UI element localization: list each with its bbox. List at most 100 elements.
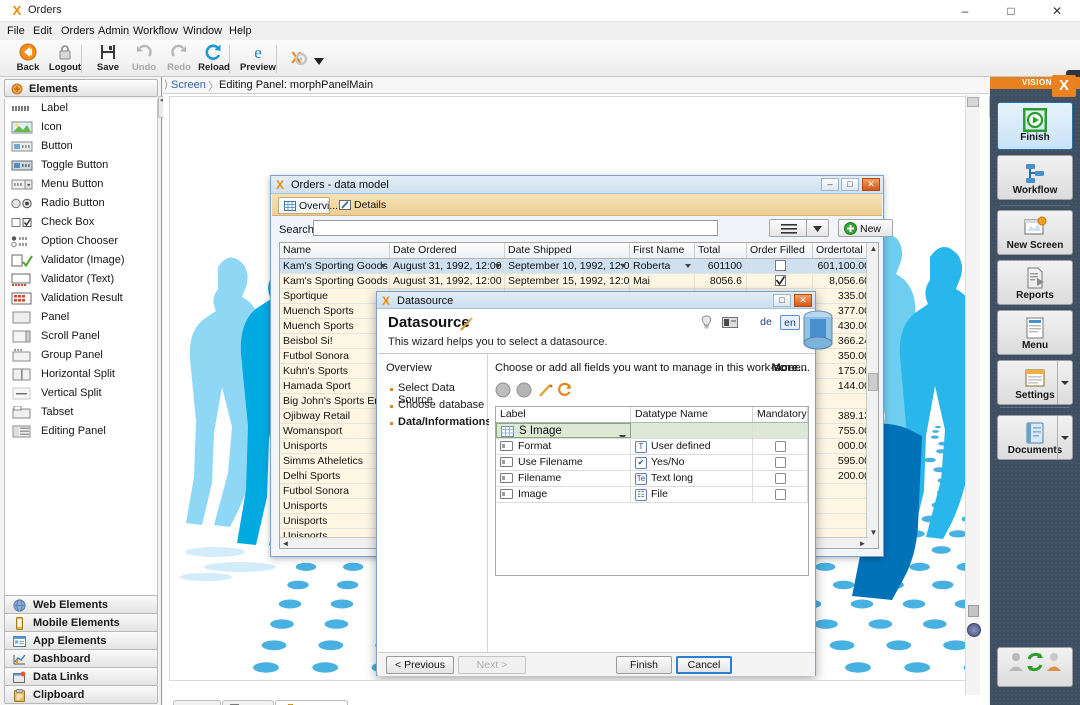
grid-cell-ordered[interactable]: August 31, 1992, 12:00 AM <box>390 274 505 288</box>
element-item-option-chooser[interactable]: Option Chooser <box>5 232 157 251</box>
grid-scroll-up-icon[interactable]: ▲ <box>869 244 878 253</box>
menu-item-orders[interactable]: Orders <box>58 24 98 38</box>
chevron-down-icon[interactable] <box>314 56 324 64</box>
more-link[interactable]: More... <box>772 362 807 374</box>
menu-item-edit[interactable]: Edit <box>30 24 55 38</box>
element-item-validation-result[interactable]: Validation Result <box>5 289 157 308</box>
order-filled-checkbox[interactable] <box>775 260 786 271</box>
grid-cell-name[interactable]: Kuhn's Sports <box>280 364 390 378</box>
datasource-cancel-button[interactable]: Cancel <box>676 656 732 674</box>
element-item-button[interactable]: Button <box>5 137 157 156</box>
orders-close-button[interactable]: ✕ <box>862 178 880 191</box>
grid-cell-name[interactable]: Muench Sports <box>280 319 390 333</box>
datasource-dialog[interactable]: X Datasource □ ✕ Datasource This wizard … <box>376 291 816 676</box>
grid-scroll-down-icon[interactable]: ▼ <box>869 528 878 537</box>
datasource-previous-button[interactable]: < Previous <box>386 656 454 674</box>
grid-scroll-right-icon[interactable]: ► <box>858 539 867 548</box>
grid-cell-name[interactable]: Big John's Sports Emporium <box>280 394 390 408</box>
element-item-tabset[interactable]: Tabset <box>5 403 157 422</box>
overview-step-choose-database[interactable]: Choose database <box>398 399 484 411</box>
fields-header-mandatory[interactable]: Mandatory <box>753 407 808 422</box>
grid-cell-first[interactable]: Roberta <box>630 259 695 273</box>
element-item-group-panel[interactable]: Group Panel <box>5 346 157 365</box>
grid-cell-name[interactable]: Hamada Sport <box>280 379 390 393</box>
grid-cell-ordertotal[interactable] <box>813 514 868 528</box>
grid-cell-name[interactable]: Futbol Sonora <box>280 484 390 498</box>
maximize-button[interactable]: □ <box>988 0 1034 22</box>
datasource-maximize-button[interactable]: □ <box>773 294 791 307</box>
grid-cell-ordertotal[interactable]: 200.00 <box>813 469 868 483</box>
element-item-validator-text[interactable]: Validator (Text) <box>5 270 157 289</box>
field-datatype-cell[interactable]: ✔Yes/No <box>631 455 753 470</box>
element-item-toggle-button[interactable]: Toggle Button <box>5 156 157 175</box>
field-datatype-cell[interactable]: TUser defined <box>631 439 753 454</box>
design-canvas[interactable]: ▽ X Orders - data model – □ ✕ Overvi...D… <box>163 94 989 705</box>
field-datatype-cell[interactable] <box>631 423 753 438</box>
fields-table[interactable]: LabelDatatype NameMandatory S ImageForma… <box>495 406 809 576</box>
search-input[interactable] <box>313 220 718 236</box>
canvas-tab-s-ord[interactable]: S Ord <box>173 700 221 705</box>
pencil-orange-icon[interactable] <box>538 382 554 398</box>
grid-cell-ordered[interactable]: August 31, 1992, 12:00 AM <box>390 259 505 273</box>
field-mandatory-cell[interactable] <box>753 471 808 486</box>
sidebar-tab-app-elements[interactable]: App Elements <box>4 631 158 650</box>
sidebar-button-new-screen[interactable]: New Screen <box>997 210 1073 255</box>
grid-cell-ordertotal[interactable]: 755.00 <box>813 424 868 438</box>
element-item-menu-button[interactable]: Menu Button <box>5 175 157 194</box>
sidebar-tab-mobile-elements[interactable]: Mobile Elements <box>4 613 158 632</box>
mandatory-checkbox[interactable] <box>775 489 786 500</box>
grid-cell-name[interactable]: Womansport <box>280 424 390 438</box>
grid-cell-ordertotal[interactable]: 8,056.60 <box>813 274 868 288</box>
sidebar-button-documents[interactable]: Documents <box>997 415 1073 460</box>
field-mandatory-cell[interactable] <box>753 423 808 438</box>
mandatory-checkbox[interactable] <box>775 441 786 452</box>
grid-cell-ordertotal[interactable]: 601,100.00 <box>813 259 868 273</box>
sidebar-button-menu[interactable]: Menu <box>997 310 1073 355</box>
field-mandatory-cell[interactable] <box>753 439 808 454</box>
refresh-orange-icon[interactable] <box>557 382 573 398</box>
datasource-finish-button[interactable]: Finish <box>616 656 672 674</box>
grid-vertical-scrollbar[interactable]: ▲ ▼ <box>866 243 878 549</box>
element-item-validator-image[interactable]: Validator (Image) <box>5 251 157 270</box>
field-label-cell[interactable]: Use Filename <box>496 455 631 470</box>
sidebar-tab-data-links[interactable]: Data Links <box>4 667 158 686</box>
toolbar-preview-button[interactable]: ePreview <box>236 42 280 75</box>
grid-cell-filled[interactable] <box>747 274 813 288</box>
fields-header-label[interactable]: Label <box>496 407 631 422</box>
sidebar-button-finish[interactable]: Finish <box>997 102 1073 150</box>
orders-tab-overvi[interactable]: Overvi... <box>278 197 330 214</box>
work-area-scrollbar[interactable] <box>965 95 980 695</box>
sidebar-button-settings[interactable]: Settings <box>997 360 1073 405</box>
circle-grey2-icon[interactable] <box>516 382 532 398</box>
new-record-button[interactable]: New <box>838 219 893 237</box>
canvas-tab-s-item[interactable]: S Item <box>222 700 274 705</box>
work-scroll-thumb[interactable] <box>968 605 979 617</box>
grid-cell-name[interactable]: Delhi Sports <box>280 469 390 483</box>
grid-cell-ordertotal[interactable]: 144.00 <box>813 379 868 393</box>
grid-header-order-filled[interactable]: Order Filled <box>747 243 813 258</box>
grid-header-first-name[interactable]: First Name <box>630 243 695 258</box>
mandatory-checkbox[interactable] <box>775 457 786 468</box>
grid-cell-name[interactable]: Futbol Sonora <box>280 349 390 363</box>
grid-cell-ordertotal[interactable]: 335.00 <box>813 289 868 303</box>
sidebar-button-workflow[interactable]: Workflow <box>997 155 1073 200</box>
fields-table-row[interactable]: Image☷File <box>496 487 808 503</box>
grid-cell-filled[interactable] <box>747 259 813 273</box>
grid-cell-total[interactable]: 8056.6 <box>695 274 747 288</box>
mandatory-checkbox[interactable] <box>775 473 786 484</box>
menu-item-window[interactable]: Window <box>180 24 225 38</box>
canvas-tabstrip[interactable]: S OrdS ItemNEW table <box>169 700 619 705</box>
grid-cell-name[interactable]: Simms Atheletics <box>280 454 390 468</box>
grid-cell-name[interactable]: Muench Sports <box>280 304 390 318</box>
order-filled-checkbox[interactable] <box>775 275 786 286</box>
fields-table-row[interactable]: FilenameTeText long <box>496 471 808 487</box>
element-item-vertical-split[interactable]: Vertical Split <box>5 384 157 403</box>
element-item-editing-panel[interactable]: Editing Panel <box>5 422 157 441</box>
sidebar-tab-web-elements[interactable]: Web Elements <box>4 595 158 614</box>
grid-scroll-left-icon[interactable]: ◄ <box>281 539 290 548</box>
language-de-button[interactable]: de <box>756 315 776 330</box>
datasource-close-button[interactable]: ✕ <box>794 294 812 307</box>
grid-header-total[interactable]: Total <box>695 243 747 258</box>
design-surface[interactable]: ▽ X Orders - data model – □ ✕ Overvi...D… <box>169 96 974 681</box>
circle-grey-icon[interactable] <box>495 382 511 398</box>
